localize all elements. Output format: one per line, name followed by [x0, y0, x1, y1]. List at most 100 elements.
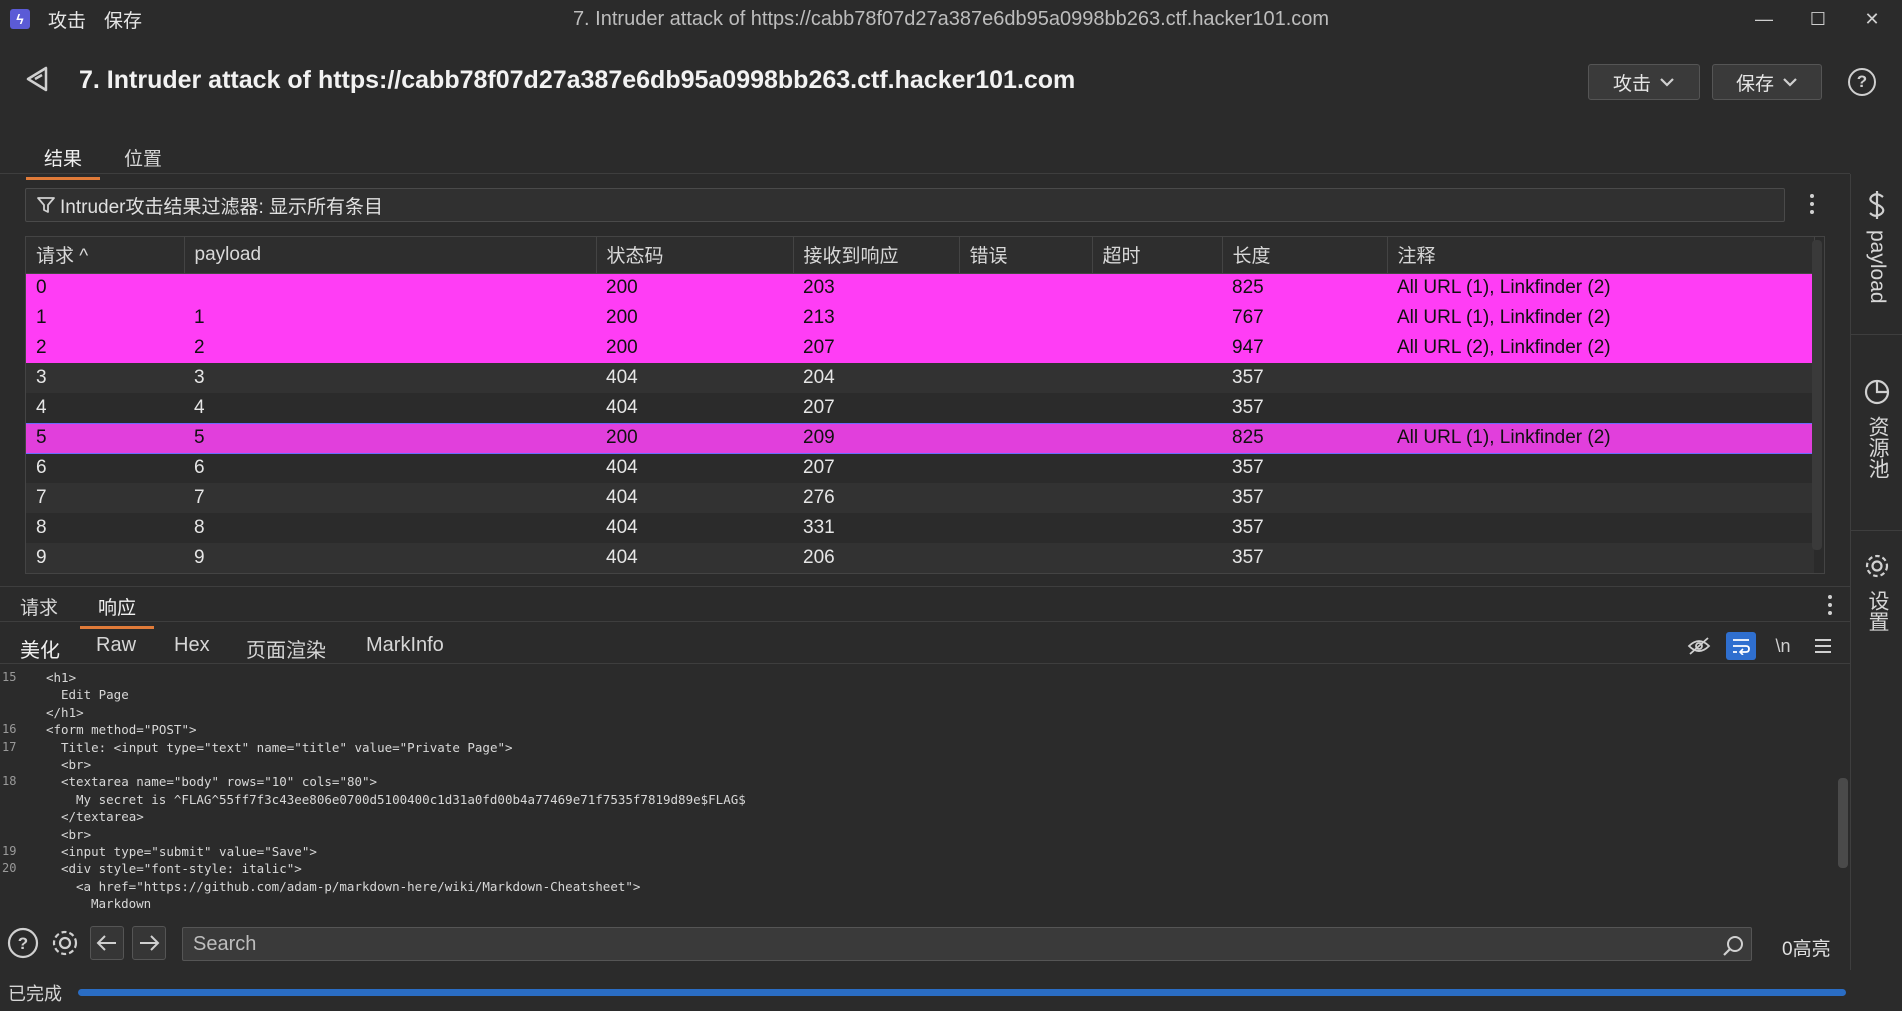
- table-row[interactable]: 7 7 404 276 357: [26, 483, 1814, 513]
- sidebar-item-payload[interactable]: payload: [1851, 190, 1902, 304]
- cell-received: 331: [793, 513, 959, 543]
- cell-error: [959, 333, 1092, 363]
- cell-received: 207: [793, 393, 959, 423]
- col-received[interactable]: 接收到响应: [793, 237, 960, 274]
- sidebar-divider: [1851, 334, 1902, 335]
- table-row[interactable]: 8 8 404 331 357: [26, 513, 1814, 543]
- search-icon[interactable]: [1722, 935, 1744, 957]
- wrap-lines-icon[interactable]: [1726, 632, 1756, 660]
- table-row[interactable]: 5 5 200 209 825 All URL (1), Linkfinder (2): [26, 422, 1814, 454]
- table-row[interactable]: 9 9 404 206 357: [26, 543, 1814, 573]
- code-text: Title: <input type="text" name="title" v…: [61, 739, 513, 755]
- cell-payload: 8: [184, 513, 596, 543]
- table-row[interactable]: 6 6 404 207 357: [26, 453, 1814, 483]
- cell-comment: All URL (1), Linkfinder (2): [1387, 303, 1814, 333]
- code-text: <br>: [61, 826, 92, 842]
- menu-attack[interactable]: 攻击: [48, 6, 86, 33]
- sidebar-item-settings[interactable]: 设置: [1851, 552, 1902, 632]
- status-text: 已完成: [8, 984, 62, 1004]
- col-length[interactable]: 长度: [1222, 237, 1388, 274]
- save-button[interactable]: 保存: [1712, 64, 1822, 100]
- col-status[interactable]: 状态码: [596, 237, 794, 274]
- cell-comment: [1387, 543, 1814, 573]
- response-code-view[interactable]: 15 <h1> Edit Page </h1> 16 <form method="POST…: [0, 666, 1850, 910]
- line-number: 19: [2, 844, 17, 858]
- line-number: 20: [2, 861, 17, 876]
- tab-markinfo[interactable]: MarkInfo: [348, 634, 462, 663]
- attack-title: 7. Intruder attack of https://cabb78f07d…: [79, 66, 1076, 94]
- cell-req: 2: [26, 333, 184, 363]
- attack-button[interactable]: 攻击: [1588, 64, 1700, 100]
- table-row[interactable]: 1 1 200 213 767 All URL (1), Linkfinder (2): [26, 303, 1814, 333]
- table-row[interactable]: 3 3 404 204 357: [26, 363, 1814, 393]
- tab-results[interactable]: 结果: [26, 144, 101, 180]
- col-payload[interactable]: payload: [184, 237, 597, 274]
- table-row[interactable]: 4 4 404 207 357: [26, 393, 1814, 423]
- col-comment[interactable]: 注释: [1387, 237, 1815, 274]
- cell-length: 767: [1222, 303, 1387, 333]
- code-text: <a href="https://github.com/adam-p/markd…: [76, 878, 641, 894]
- right-sidebar: payload 资源池 设置: [1850, 174, 1902, 970]
- help-circle-icon[interactable]: ?: [6, 926, 40, 960]
- cell-status: 200: [596, 422, 793, 454]
- next-match-icon[interactable]: [132, 926, 166, 960]
- close-icon[interactable]: ✕: [1852, 4, 1892, 34]
- results-table: 请求 ^ payload 状态码 接收到响应 错误 超时 长度 注释 0 200 2…: [25, 236, 1825, 574]
- hamburger-menu-icon[interactable]: [1808, 632, 1838, 660]
- newline-toggle-icon[interactable]: \n: [1768, 632, 1798, 660]
- cell-timeout: [1092, 393, 1222, 423]
- results-filter-bar[interactable]: Intruder攻击结果过滤器: 显示所有条目: [25, 188, 1785, 222]
- menu-save[interactable]: 保存: [104, 6, 142, 33]
- col-timeout[interactable]: 超时: [1092, 237, 1223, 274]
- message-more-icon[interactable]: [1826, 595, 1834, 615]
- code-text: My secret is ^FLAG^55ff7f3c43ee806e0700d…: [76, 791, 746, 807]
- tab-positions[interactable]: 位置: [106, 144, 180, 177]
- sidebar-item-resource-pool[interactable]: 资源池: [1851, 378, 1902, 479]
- table-row[interactable]: 2 2 200 207 947 All URL (2), Linkfinder (2): [26, 333, 1814, 363]
- cell-status: 404: [596, 393, 793, 423]
- tab-request[interactable]: 请求: [2, 593, 76, 626]
- code-text: <h1>: [46, 670, 77, 685]
- sidebar-label-payload: payload: [1866, 230, 1889, 304]
- cell-length: 357: [1222, 453, 1387, 483]
- attack-header: 7. Intruder attack of https://cabb78f07d…: [0, 38, 1902, 126]
- code-text: <form method="POST">: [46, 722, 197, 738]
- search-bar: ? 0高亮: [0, 918, 1850, 968]
- cell-received: 276: [793, 483, 959, 513]
- cell-payload: 2: [184, 333, 596, 363]
- cell-received: 207: [793, 453, 959, 483]
- dollar-icon: [1869, 191, 1885, 219]
- filter-more-icon[interactable]: [1808, 194, 1816, 214]
- hide-eye-icon[interactable]: [1684, 632, 1714, 660]
- maximize-icon[interactable]: ☐: [1798, 4, 1838, 34]
- sidebar-label-resource-pool: 资源池: [1866, 416, 1889, 479]
- cell-error: [959, 483, 1092, 513]
- tab-render[interactable]: 页面渲染: [228, 634, 344, 669]
- table-scrollbar[interactable]: [1812, 240, 1822, 550]
- minimize-icon[interactable]: —: [1744, 4, 1784, 34]
- cell-req: 6: [26, 453, 184, 483]
- gear-icon[interactable]: [48, 926, 82, 960]
- cell-error: [959, 513, 1092, 543]
- line-number: 15: [2, 670, 17, 684]
- cell-comment: [1387, 393, 1814, 423]
- table-row[interactable]: 0 200 203 825 All URL (1), Linkfinder (2): [26, 273, 1814, 303]
- previous-match-icon[interactable]: [90, 926, 124, 960]
- cell-payload: 1: [184, 303, 596, 333]
- help-icon[interactable]: ?: [1848, 68, 1876, 96]
- cell-comment: All URL (1), Linkfinder (2): [1387, 273, 1814, 303]
- col-request[interactable]: 请求 ^: [26, 237, 185, 274]
- line-number: 17: [2, 739, 17, 754]
- cell-req: 5: [26, 422, 184, 454]
- table-header-row: 请求 ^ payload 状态码 接收到响应 错误 超时 长度 注释: [26, 237, 1815, 274]
- search-input[interactable]: [182, 927, 1752, 961]
- tab-raw[interactable]: Raw: [78, 634, 154, 663]
- cell-req: 8: [26, 513, 184, 543]
- tab-response[interactable]: 响应: [80, 593, 155, 629]
- cell-status: 404: [596, 483, 793, 513]
- code-scrollbar[interactable]: [1838, 778, 1848, 868]
- tab-hex[interactable]: Hex: [156, 634, 228, 663]
- highlight-count: 0高亮: [1782, 939, 1831, 960]
- code-text: <input type="submit" value="Save">: [61, 844, 317, 859]
- col-error[interactable]: 错误: [959, 237, 1093, 274]
